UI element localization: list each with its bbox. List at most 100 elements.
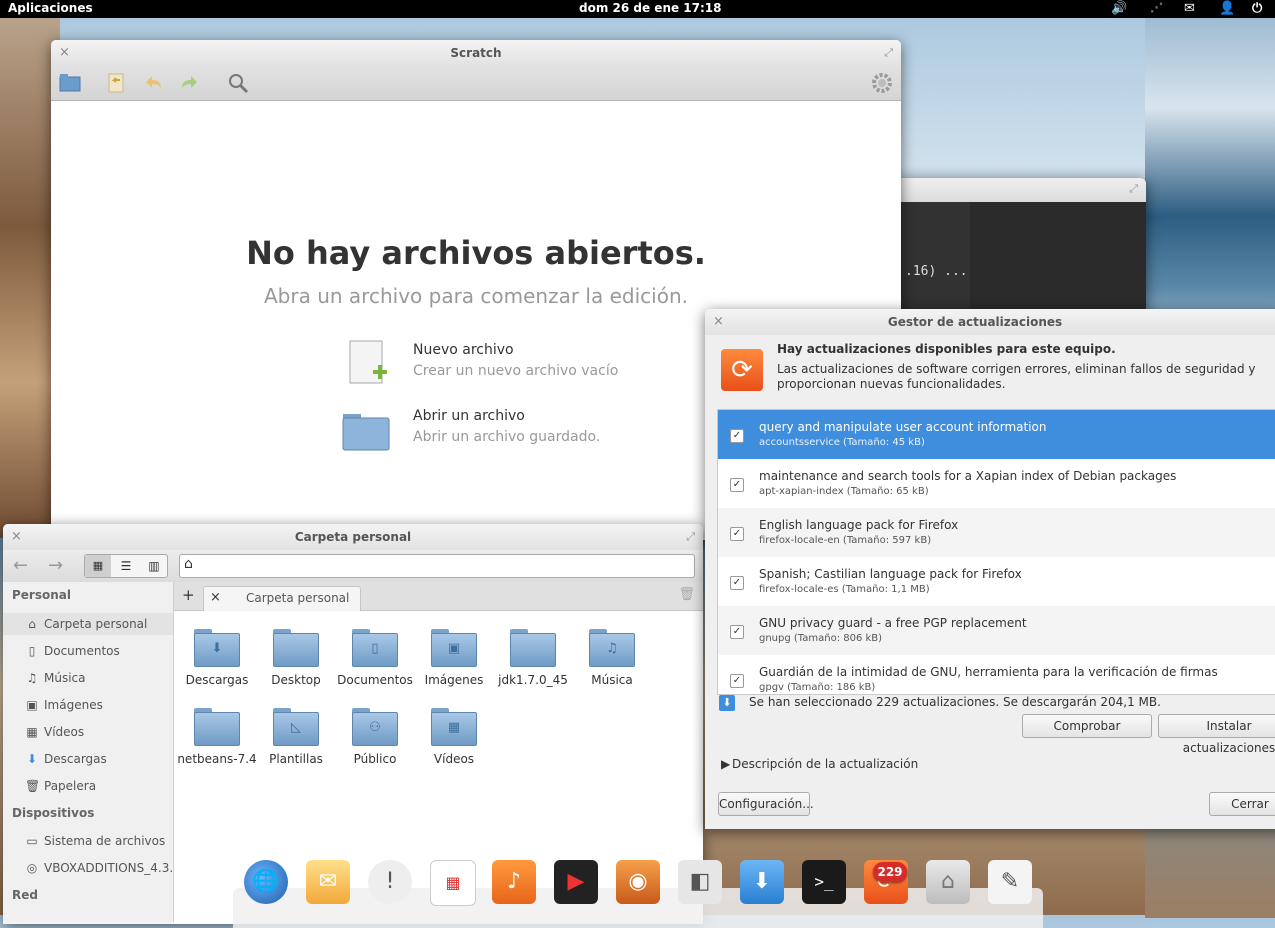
package-list: ✓ query and manipulate user account info…: [717, 409, 1275, 695]
terminal-titlebar[interactable]: ⤢: [895, 178, 1146, 202]
folder-item[interactable]: ♫ Música: [572, 629, 652, 687]
new-tab-icon[interactable]: +: [182, 586, 195, 604]
welcome-title: No hay archivos abiertos.: [246, 234, 706, 272]
close-icon[interactable]: ×: [59, 40, 70, 66]
update-description-expander[interactable]: Descripción de la actualización: [732, 757, 918, 771]
package-checkbox[interactable]: ✓: [730, 478, 744, 492]
close-tab-icon[interactable]: ×: [210, 590, 221, 605]
package-row[interactable]: ✓ English language pack for Firefox fire…: [718, 508, 1275, 557]
package-row[interactable]: ✓ GNU privacy guard - a free PGP replace…: [718, 606, 1275, 655]
new-file-action[interactable]: Nuevo archivo Crear un nuevo archivo vac…: [341, 338, 701, 390]
music-icon: ♫: [26, 671, 38, 685]
package-row[interactable]: ✓ query and manipulate user account info…: [718, 410, 1275, 459]
new-file-desc: Crear un nuevo archivo vacío: [413, 363, 619, 379]
folder-item[interactable]: ▣ Imágenes: [414, 629, 494, 687]
files-icon[interactable]: ⌂: [926, 860, 970, 904]
terminal-icon[interactable]: >_: [802, 860, 846, 904]
user-icon[interactable]: 👤: [1219, 0, 1235, 18]
folder-item[interactable]: Desktop: [256, 629, 336, 687]
package-checkbox[interactable]: ✓: [730, 429, 744, 443]
folder-item[interactable]: ⬇ Descargas: [177, 629, 257, 687]
close-button[interactable]: Cerrar: [1209, 792, 1275, 816]
column-view-icon[interactable]: ▥: [141, 555, 167, 577]
sidebar-item-home[interactable]: ⌂ Carpeta personal: [3, 613, 173, 635]
sidebar-item-images[interactable]: ▣ Imágenes: [3, 694, 173, 716]
maximize-icon[interactable]: ⤢: [686, 524, 695, 550]
terminal-window[interactable]: ⤢ .16) ...: [895, 178, 1146, 318]
sidebar-item-filesystem[interactable]: ▭ Sistema de archivos: [3, 830, 173, 852]
revert-icon[interactable]: [106, 72, 128, 94]
check-button[interactable]: Comprobar: [1022, 714, 1152, 738]
update-manager-window[interactable]: × Gestor de actualizaciones ⟳ Hay actual…: [705, 309, 1275, 829]
redo-icon[interactable]: [178, 72, 200, 94]
folder-item[interactable]: ◺ Plantillas: [256, 708, 336, 766]
sidebar-item-videos[interactable]: ▦ Vídeos: [3, 721, 173, 743]
package-checkbox[interactable]: ✓: [730, 527, 744, 541]
files-toolbar: ← → ▦ ☰ ▥ ⌂: [3, 550, 703, 583]
update-manager-icon: ⟳: [721, 349, 763, 391]
undo-icon[interactable]: [143, 72, 165, 94]
updates-summary: Se han seleccionado 229 actualizaciones.…: [749, 695, 1161, 709]
top-panel: Aplicaciones dom 26 de ene 17:18 🔊 ⋰ ✉ 👤…: [0, 0, 1275, 18]
applications-menu[interactable]: Aplicaciones: [8, 1, 93, 15]
home-icon: ⌂: [28, 617, 36, 631]
package-row[interactable]: ✓ Guardián de la intimidad de GNU, herra…: [718, 655, 1275, 694]
close-icon[interactable]: ×: [11, 524, 22, 550]
open-folder-icon[interactable]: [59, 72, 81, 94]
volume-icon[interactable]: 🔊: [1111, 0, 1127, 18]
open-file-action[interactable]: Abrir un archivo Abrir un archivo guarda…: [341, 404, 701, 456]
grid-view-icon[interactable]: ▦: [85, 555, 111, 577]
trash-icon: 🗑: [25, 779, 41, 793]
folder-item[interactable]: jdk1.7.0_45: [493, 629, 573, 687]
music-player-icon[interactable]: ♪: [492, 860, 536, 904]
tab-home[interactable]: × Carpeta personal: [203, 586, 361, 611]
expander-arrow-icon[interactable]: ▶: [721, 757, 730, 771]
video-player-icon[interactable]: ▶: [554, 860, 598, 904]
clock[interactable]: dom 26 de ene 17:18: [579, 1, 722, 15]
sidebar-item-trash[interactable]: 🗑 Papelera: [3, 775, 173, 797]
maximize-icon[interactable]: ⤢: [1129, 182, 1138, 196]
files-window[interactable]: × Carpeta personal ⤢ ← → ▦ ☰ ▥ ⌂ Persona…: [3, 524, 703, 924]
update-manager-titlebar[interactable]: × Gestor de actualizaciones: [705, 309, 1275, 335]
install-updates-button[interactable]: Instalar actualizaciones: [1158, 714, 1275, 755]
updates-description: Las actualizaciones de software corrigen…: [777, 362, 1256, 391]
sidebar-item-downloads[interactable]: ⬇ Descargas: [3, 748, 173, 770]
sidebar-item-vboxadditions[interactable]: ◎ VBOXADDITIONS_4.3....: [3, 857, 185, 879]
files-titlebar[interactable]: × Carpeta personal ⤢: [3, 524, 703, 550]
home-icon[interactable]: ⌂: [184, 556, 193, 572]
download-icon[interactable]: ⬇: [740, 860, 784, 904]
calendar-icon[interactable]: ▦: [430, 860, 476, 906]
mail-indicator-icon[interactable]: ✉: [1184, 0, 1195, 18]
files-sidebar: Personal ⌂ Carpeta personal ▯ Documentos ♫…: [3, 582, 185, 922]
package-row[interactable]: ✓ maintenance and search tools for a Xap…: [718, 459, 1275, 508]
back-icon[interactable]: ←: [13, 555, 28, 576]
window-title: Carpeta personal: [294, 530, 412, 544]
text-editor-icon[interactable]: ✎: [988, 860, 1032, 904]
package-row[interactable]: ✓ Spanish; Castilian language pack for F…: [718, 557, 1275, 606]
sidebar-item-music[interactable]: ♫ Música: [3, 667, 173, 689]
mail-icon[interactable]: ✉: [306, 860, 350, 904]
network-icon[interactable]: ⋰: [1150, 0, 1163, 18]
location-bar[interactable]: ⌂: [179, 554, 695, 578]
maximize-icon[interactable]: ⤢: [884, 40, 893, 66]
search-icon[interactable]: [227, 72, 249, 94]
package-checkbox[interactable]: ✓: [730, 625, 744, 639]
forward-icon[interactable]: →: [48, 555, 63, 576]
scratch-titlebar[interactable]: × Scratch ⤢: [51, 40, 901, 66]
photos-icon[interactable]: ◉: [616, 860, 660, 904]
list-view-icon[interactable]: ☰: [113, 555, 139, 577]
browser-icon[interactable]: 🌐: [244, 860, 288, 904]
folder-item[interactable]: netbeans-7.4: [177, 708, 257, 766]
folder-item[interactable]: ⚇ Público: [335, 708, 415, 766]
settings-button[interactable]: Configuración...: [718, 792, 814, 816]
folder-item[interactable]: ▦ Vídeos: [414, 708, 494, 766]
power-icon[interactable]: ⏻: [1252, 0, 1262, 18]
notification-icon[interactable]: !: [368, 860, 412, 904]
package-checkbox[interactable]: ✓: [730, 576, 744, 590]
package-checkbox[interactable]: ✓: [730, 674, 744, 688]
trash-tab-icon[interactable]: 🗑: [678, 587, 695, 602]
settings-switch-icon[interactable]: ◧: [678, 860, 722, 904]
sidebar-item-documents[interactable]: ▯ Documentos: [3, 640, 173, 662]
folder-item[interactable]: ▯ Documentos: [335, 629, 415, 687]
gear-icon[interactable]: [871, 72, 893, 94]
